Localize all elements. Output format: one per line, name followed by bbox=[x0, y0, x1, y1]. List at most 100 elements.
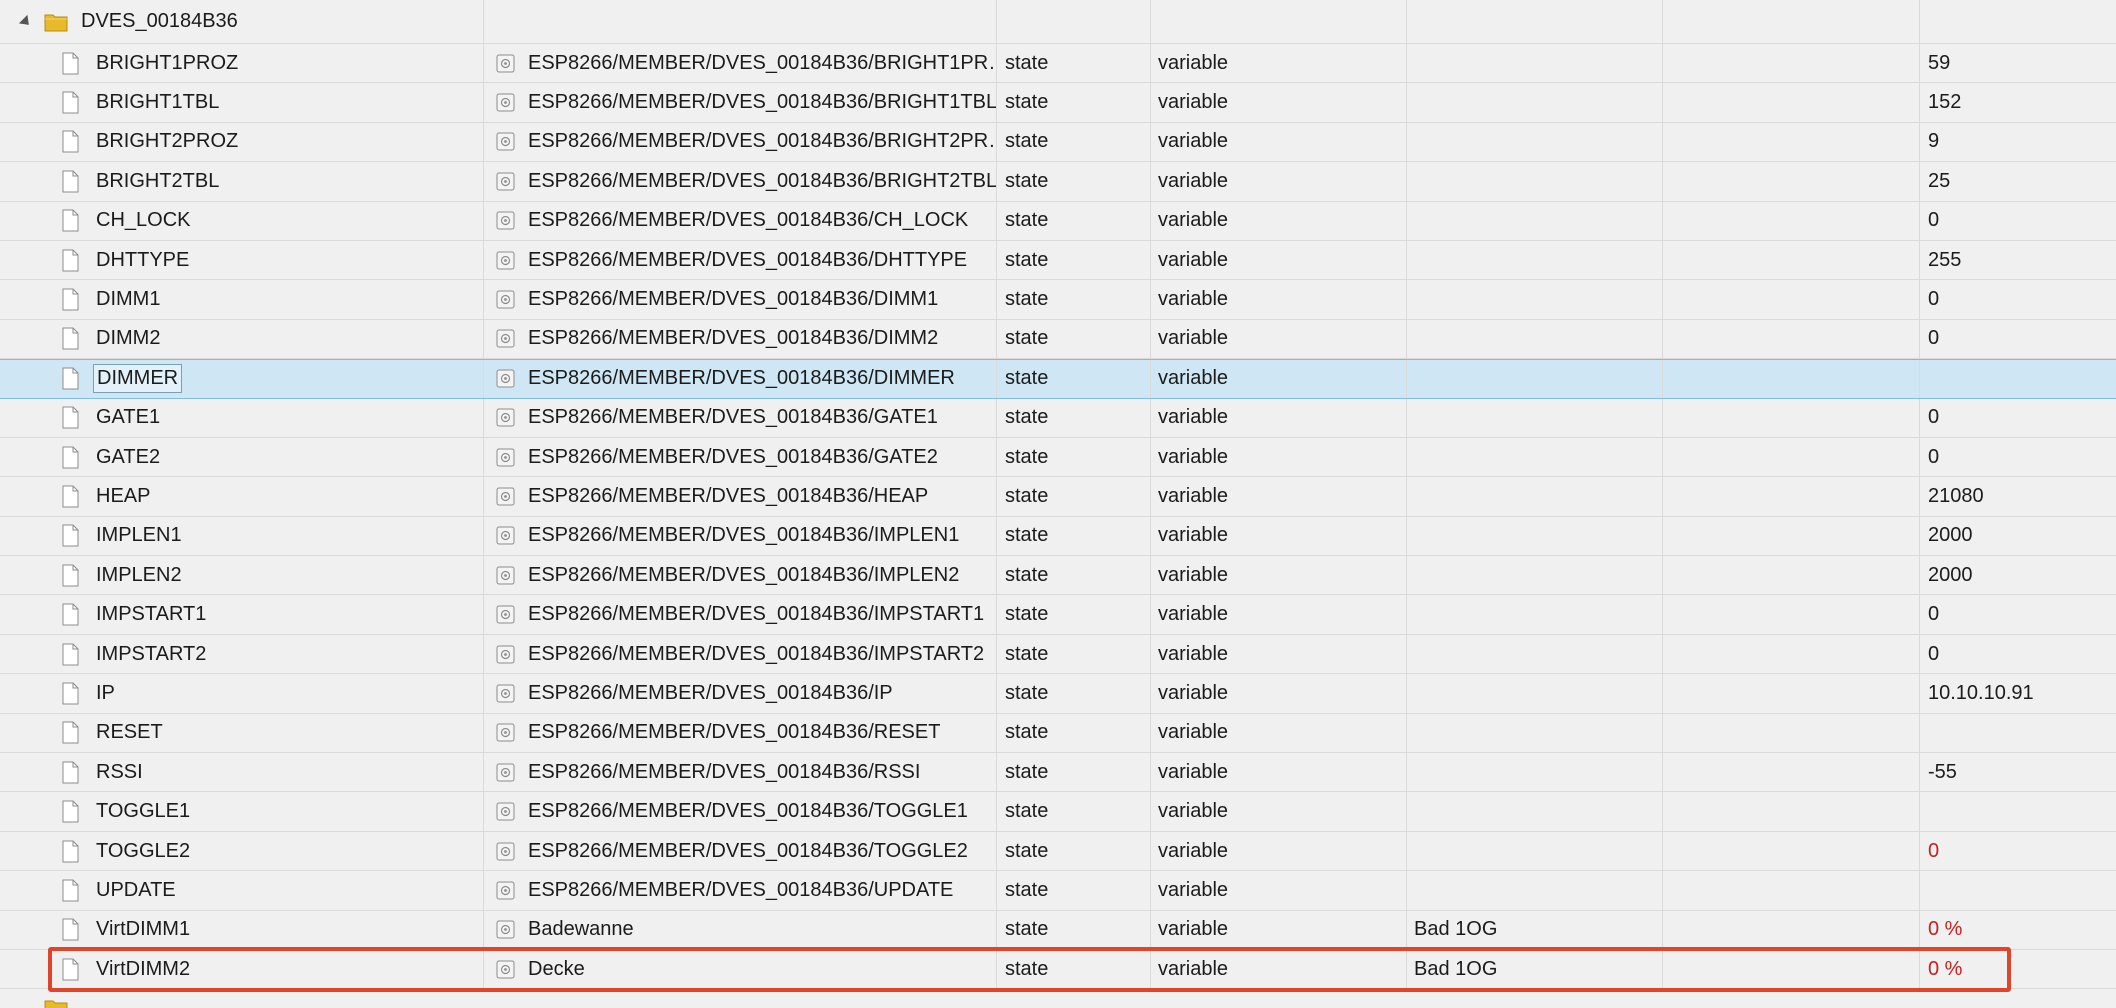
object-name[interactable]: HEAP bbox=[93, 483, 153, 510]
name-cell: VirtDIMM2 bbox=[0, 949, 484, 989]
value-cell[interactable]: 152 bbox=[1920, 83, 2116, 121]
id-cell: ESP8266/MEMBER/DVES_00184B36/HEAP bbox=[484, 477, 997, 516]
table-row[interactable]: BRIGHT2TBL ESP8266/MEMBER/DVES_00184B36/B… bbox=[0, 162, 2116, 202]
name-cell: HEAP bbox=[0, 477, 484, 516]
table-row[interactable]: RESET ESP8266/MEMBER/DVES_00184B36/RESET s… bbox=[0, 713, 2116, 754]
table-row[interactable]: IMPLEN2 ESP8266/MEMBER/DVES_00184B36/IMPL… bbox=[0, 556, 2116, 596]
table-row[interactable]: RSSI ESP8266/MEMBER/DVES_00184B36/RSSI sta… bbox=[0, 753, 2116, 793]
table-row[interactable]: DIMM1 ESP8266/MEMBER/DVES_00184B36/DIMM1 s… bbox=[0, 280, 2116, 320]
object-name[interactable]: IMPSTART1 bbox=[93, 601, 209, 628]
table-row[interactable]: BRIGHT1TBL ESP8266/MEMBER/DVES_00184B36/B… bbox=[0, 83, 2116, 123]
value-cell[interactable] bbox=[1920, 714, 2116, 752]
table-row[interactable]: IMPLEN1 ESP8266/MEMBER/DVES_00184B36/IMPL… bbox=[0, 516, 2116, 557]
object-name[interactable]: IMPSTART2 bbox=[93, 641, 209, 668]
table-row[interactable]: VirtDIMM2 Decke state variable Bad 1OG 0 % bbox=[0, 949, 2116, 990]
value-cell[interactable]: 0 bbox=[1920, 320, 2116, 358]
object-name[interactable]: BRIGHT1TBL bbox=[93, 89, 222, 116]
room-cell bbox=[1407, 44, 1663, 83]
table-row[interactable]: GATE2 ESP8266/MEMBER/DVES_00184B36/GATE2 s… bbox=[0, 437, 2116, 478]
role-cell: variable bbox=[1151, 910, 1407, 949]
file-icon bbox=[62, 840, 79, 862]
object-name[interactable]: BRIGHT2PROZ bbox=[93, 128, 241, 155]
value-cell[interactable]: 0 bbox=[1920, 280, 2116, 318]
file-icon bbox=[62, 130, 79, 153]
value-cell[interactable]: 0 bbox=[1920, 438, 2116, 476]
object-name[interactable]: IMPLEN2 bbox=[93, 562, 185, 589]
value-cell[interactable]: -55 bbox=[1920, 753, 2116, 791]
table-row[interactable]: VirtDIMM1 Badewanne state variable Bad 1OG 0 … bbox=[0, 910, 2116, 950]
object-name[interactable]: GATE2 bbox=[93, 444, 163, 471]
table-row[interactable]: TOGGLE1 ESP8266/MEMBER/DVES_00184B36/TOGG… bbox=[0, 792, 2116, 832]
table-row[interactable]: DIMMER ESP8266/MEMBER/DVES_00184B36/DIMME… bbox=[0, 359, 2116, 399]
table-row[interactable]: DIMM2 ESP8266/MEMBER/DVES_00184B36/DIMM2 s… bbox=[0, 319, 2116, 360]
object-name[interactable]: RESET bbox=[93, 719, 166, 746]
collapse-arrow-icon[interactable] bbox=[18, 14, 34, 29]
value-cell[interactable]: 59 bbox=[1920, 44, 2116, 82]
value-cell[interactable]: 25 bbox=[1920, 162, 2116, 200]
value-cell[interactable]: 255 bbox=[1920, 241, 2116, 279]
object-id: ESP8266/MEMBER/DVES_00184B36/IMPSTART1 bbox=[528, 603, 985, 626]
value-cell[interactable]: 0 bbox=[1920, 202, 2116, 240]
role-cell: variable bbox=[1151, 753, 1407, 792]
table-row[interactable]: CH_LOCK ESP8266/MEMBER/DVES_00184B36/CH_L… bbox=[0, 201, 2116, 241]
value-cell[interactable] bbox=[1920, 871, 2116, 909]
value-cell[interactable]: 0 bbox=[1920, 399, 2116, 437]
role-cell: variable bbox=[1151, 360, 1407, 398]
state-icon bbox=[496, 93, 515, 112]
object-name[interactable]: DIMM2 bbox=[93, 325, 163, 352]
state-icon bbox=[496, 881, 515, 900]
object-id: ESP8266/MEMBER/DVES_00184B36/IMPLEN1 bbox=[528, 524, 960, 547]
value-cell[interactable]: 2000 bbox=[1920, 556, 2116, 594]
file-icon bbox=[62, 288, 79, 311]
object-name[interactable]: UPDATE bbox=[93, 877, 179, 904]
value-cell[interactable] bbox=[1920, 360, 2116, 397]
room-cell bbox=[1407, 398, 1663, 437]
object-name[interactable]: DIMMER bbox=[93, 364, 183, 394]
table-row[interactable]: TOGGLE2 ESP8266/MEMBER/DVES_00184B36/TOGG… bbox=[0, 831, 2116, 872]
value-cell[interactable]: 0 bbox=[1920, 832, 2116, 870]
type-cell: state bbox=[997, 122, 1151, 162]
object-name[interactable]: DHTTYPE bbox=[93, 247, 192, 274]
folder-function-cell bbox=[1663, 0, 1920, 43]
name-cell: IMPSTART2 bbox=[0, 634, 484, 674]
file-icon bbox=[62, 485, 79, 508]
object-name[interactable]: BRIGHT1PROZ bbox=[93, 50, 241, 77]
object-name[interactable]: BRIGHT2TBL bbox=[93, 168, 222, 195]
value-cell[interactable]: 0 % bbox=[1920, 911, 2116, 949]
name-cell: DHTTYPE bbox=[0, 240, 484, 280]
value-cell[interactable]: 21080 bbox=[1920, 477, 2116, 515]
value-cell[interactable]: 0 bbox=[1920, 595, 2116, 633]
id-cell: Decke bbox=[484, 949, 997, 989]
object-name[interactable]: TOGGLE2 bbox=[93, 838, 193, 865]
value-cell[interactable]: 10.10.10.91 bbox=[1920, 674, 2116, 712]
value-cell[interactable]: 9 bbox=[1920, 123, 2116, 161]
value-cell[interactable]: 0 bbox=[1920, 635, 2116, 673]
table-row[interactable]: BRIGHT1PROZ ESP8266/MEMBER/DVES_00184B36/… bbox=[0, 44, 2116, 84]
object-name[interactable]: VirtDIMM1 bbox=[93, 916, 193, 943]
object-name[interactable]: CH_LOCK bbox=[93, 207, 193, 234]
table-row[interactable]: GATE1 ESP8266/MEMBER/DVES_00184B36/GATE1 s… bbox=[0, 398, 2116, 438]
function-cell bbox=[1663, 437, 1920, 477]
room-cell bbox=[1407, 556, 1663, 595]
table-row[interactable]: IP ESP8266/MEMBER/DVES_00184B36/IP state va… bbox=[0, 674, 2116, 714]
object-name[interactable]: DIMM1 bbox=[93, 286, 163, 313]
object-name[interactable]: GATE1 bbox=[93, 404, 163, 431]
value-cell[interactable]: 0 % bbox=[1920, 950, 2116, 988]
object-name[interactable]: TOGGLE1 bbox=[93, 798, 193, 825]
role-cell: variable bbox=[1151, 280, 1407, 319]
type-cell: state bbox=[997, 713, 1151, 753]
value-cell[interactable] bbox=[1920, 792, 2116, 830]
table-row[interactable]: IMPSTART2 ESP8266/MEMBER/DVES_00184B36/IM… bbox=[0, 634, 2116, 675]
object-name[interactable]: IP bbox=[93, 680, 118, 707]
table-row[interactable]: UPDATE ESP8266/MEMBER/DVES_00184B36/UPDAT… bbox=[0, 871, 2116, 911]
object-name[interactable]: VirtDIMM2 bbox=[93, 956, 193, 983]
table-row[interactable]: BRIGHT2PROZ ESP8266/MEMBER/DVES_00184B36/… bbox=[0, 122, 2116, 163]
object-name[interactable]: IMPLEN1 bbox=[93, 522, 185, 549]
id-cell: ESP8266/MEMBER/DVES_00184B36/TOGGLE2 bbox=[484, 831, 997, 871]
folder-row[interactable]: DVES_00184B36 bbox=[0, 0, 2116, 44]
table-row[interactable]: HEAP ESP8266/MEMBER/DVES_00184B36/HEAP sta… bbox=[0, 477, 2116, 517]
table-row[interactable]: IMPSTART1 ESP8266/MEMBER/DVES_00184B36/IM… bbox=[0, 595, 2116, 635]
object-name[interactable]: RSSI bbox=[93, 759, 146, 786]
table-row[interactable]: DHTTYPE ESP8266/MEMBER/DVES_00184B36/DHTT… bbox=[0, 240, 2116, 281]
value-cell[interactable]: 2000 bbox=[1920, 517, 2116, 555]
